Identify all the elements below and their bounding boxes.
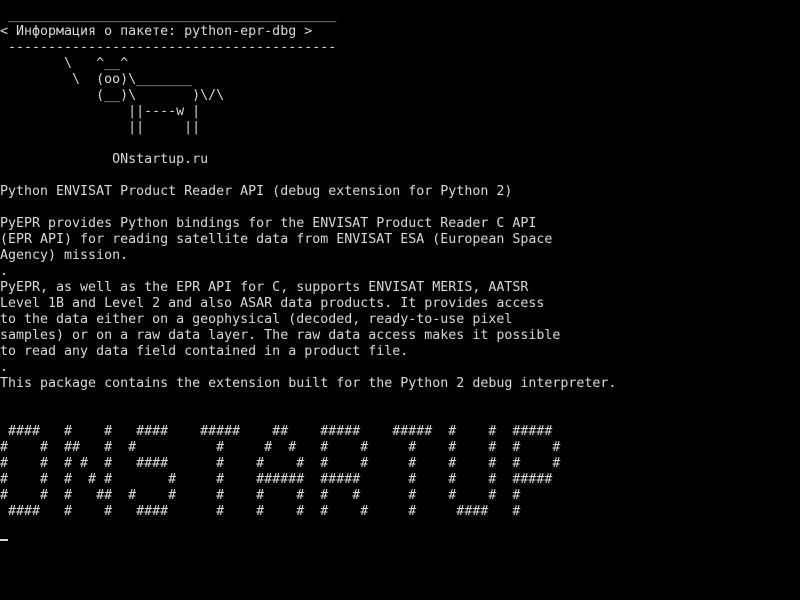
terminal-line: (EPR API) for reading satellite data fro… — [0, 232, 553, 247]
terminal-line: to the data either on a geophysical (dec… — [0, 312, 513, 327]
terminal-line: This package contains the extension buil… — [0, 376, 617, 391]
terminal-line: #### # # #### # # # # # # #### # — [0, 504, 521, 519]
terminal-line: < Информация о пакете: python-epr-dbg > — [0, 24, 313, 39]
terminal-line: samples) or on a raw data layer. The raw… — [0, 328, 561, 343]
terminal-line: . — [0, 264, 9, 279]
terminal-line: \ (oo)\_______ — [0, 72, 193, 87]
text-cursor — [0, 539, 8, 541]
terminal-line: # # # # # # # ###### ##### # # # ##### — [0, 472, 553, 487]
terminal-line: Level 1B and Level 2 and also ASAR data … — [0, 296, 545, 311]
terminal-line: (__)\ )\/\ — [0, 88, 225, 103]
terminal-line: || || — [0, 120, 201, 135]
terminal-line: Agency) mission. — [0, 248, 129, 263]
terminal-line: ________________________________________… — [0, 8, 337, 23]
terminal-line: PyEPR provides Python bindings for the E… — [0, 216, 537, 231]
terminal-line: to read any data field contained in a pr… — [0, 344, 409, 359]
terminal-line: # # ## # # # # # # # # # # # # — [0, 440, 561, 455]
terminal-line: Python ENVISAT Product Reader API (debug… — [0, 184, 513, 199]
terminal-line: ||----w | — [0, 104, 201, 119]
terminal-line: # # # ## # # # # # # # # # # # — [0, 488, 521, 503]
terminal-line: # # # # # #### # # # # # # # # # # — [0, 456, 561, 471]
terminal-line: ----------------------------------------… — [0, 40, 337, 55]
terminal-line: PyEPR, as well as the EPR API for C, sup… — [0, 280, 529, 295]
terminal-line: ONstartup.ru — [0, 152, 209, 167]
terminal-screen[interactable]: ________________________________________… — [0, 0, 800, 600]
terminal-line: #### # # #### ##### ## ##### ##### # # #… — [0, 424, 553, 439]
terminal-line: . — [0, 360, 9, 375]
terminal-line: \ ^__^ — [0, 56, 129, 71]
